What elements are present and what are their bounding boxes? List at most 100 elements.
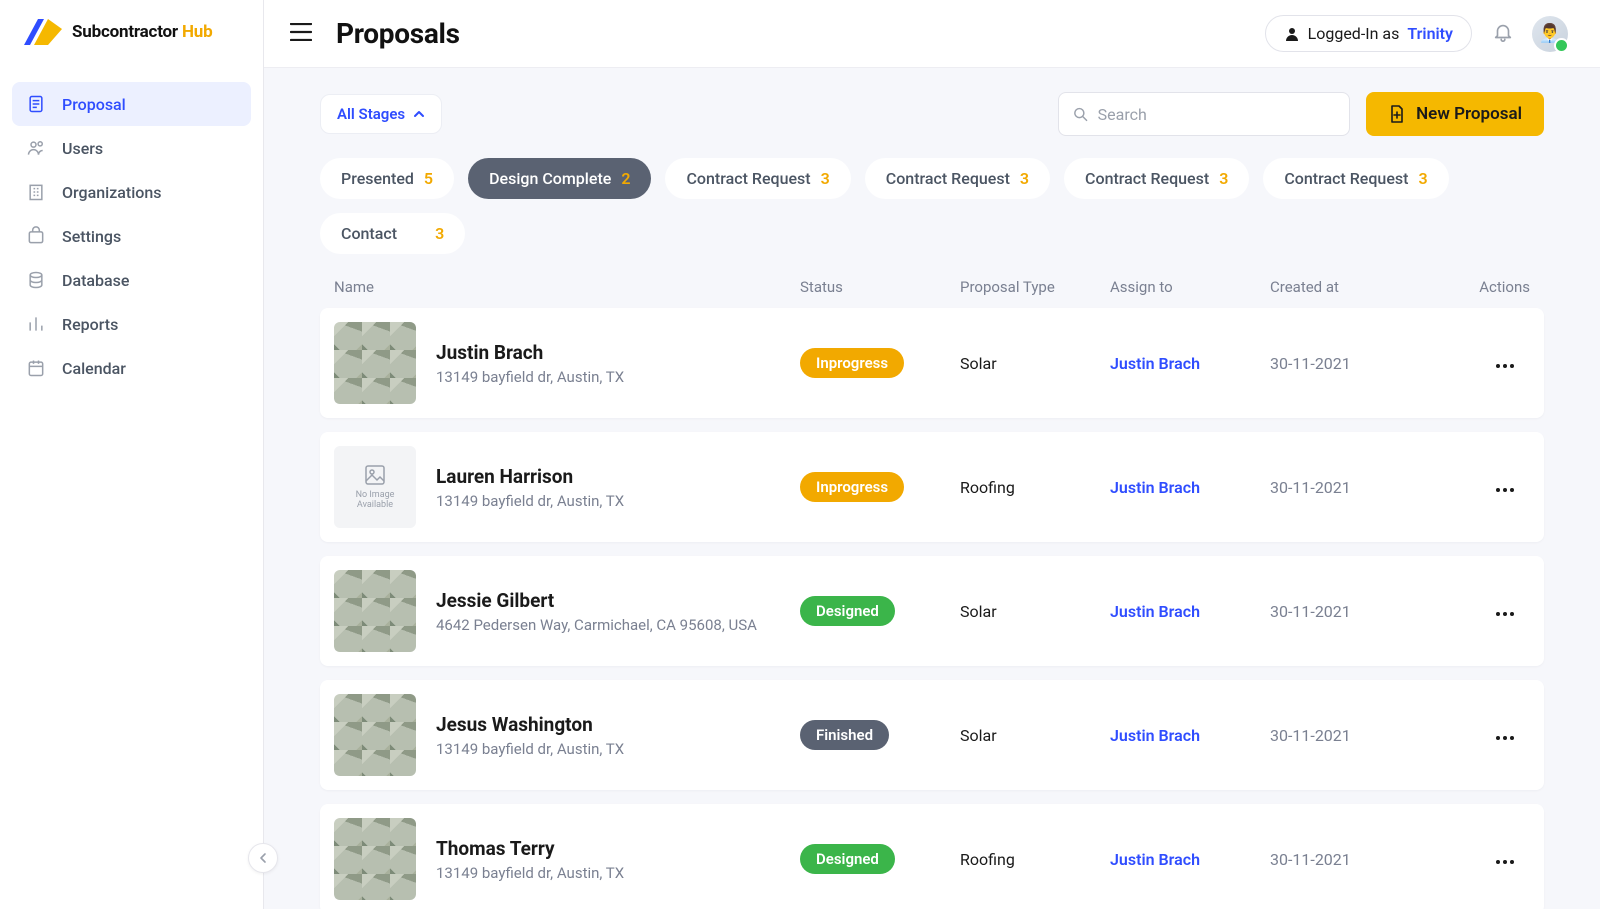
assignee-link[interactable]: Justin Brach [1110, 602, 1270, 621]
proposal-address: 4642 Pedersen Way, Carmichael, CA 95608,… [436, 616, 757, 634]
sidebar-item-label: Database [62, 271, 129, 290]
status-badge: Designed [800, 844, 895, 874]
chevron-left-icon [257, 852, 269, 864]
sidebar-item-proposal[interactable]: Proposal [12, 82, 251, 126]
sidebar-item-users[interactable]: Users [12, 126, 251, 170]
chevron-up-icon [413, 108, 425, 120]
stages-dropdown[interactable]: All Stages [320, 94, 442, 134]
proposal-address: 13149 bayfield dr, Austin, TX [436, 492, 624, 510]
login-chip[interactable]: Logged-In as Trinity [1265, 15, 1472, 52]
proposal-name: Jesus Washington [436, 713, 624, 736]
stages-dropdown-label: All Stages [337, 105, 405, 123]
new-proposal-label: New Proposal [1416, 104, 1522, 124]
users-icon [26, 138, 46, 158]
sidebar-nav: Proposal Users Organizations Settings Databa… [0, 68, 263, 404]
no-image-icon: No ImageAvailable [334, 446, 416, 528]
stage-pill-label: Contract Request [686, 169, 810, 188]
content: All Stages [264, 68, 1600, 909]
assignee-link[interactable]: Justin Brach [1110, 478, 1270, 497]
row-actions-button[interactable] [1490, 482, 1520, 498]
proposal-type: Roofing [960, 850, 1110, 869]
row-actions-button[interactable] [1490, 358, 1520, 374]
table-row[interactable]: No ImageAvailable Lauren Harrison 13149 ba… [320, 432, 1544, 542]
stage-pill-label: Contact [341, 224, 397, 243]
aerial-thumb [334, 570, 416, 652]
col-assignee: Assign to [1110, 278, 1270, 296]
stage-pill[interactable]: Contract Request3 [865, 158, 1050, 199]
stage-pill-count: 2 [621, 169, 630, 188]
stage-pill[interactable]: Contract Request3 [665, 158, 850, 199]
proposal-name: Jessie Gilbert [436, 589, 757, 612]
table-row[interactable]: Justin Brach13149 bayfield dr, Austin, T… [320, 308, 1544, 418]
settings-icon [26, 226, 46, 246]
organizations-icon [26, 182, 46, 202]
status-badge: Finished [800, 720, 889, 750]
stage-pill[interactable]: Design Complete2 [468, 158, 651, 199]
row-actions-button[interactable] [1490, 854, 1520, 870]
table-row[interactable]: Jessie Gilbert 4642 Pedersen Way, Carmich… [320, 556, 1544, 666]
sidebar-item-label: Organizations [62, 183, 162, 202]
stage-pill-label: Contract Request [1085, 169, 1209, 188]
notifications-button[interactable] [1492, 21, 1514, 47]
topbar: Proposals Logged-In as Trinity 👨‍💼 [264, 0, 1600, 68]
stage-pill[interactable]: Contract Request 3 [1064, 158, 1249, 199]
stage-pill[interactable]: Presented 5 [320, 158, 454, 199]
proposal-name: Thomas Terry [436, 837, 624, 860]
search-input[interactable] [1098, 105, 1336, 124]
row-actions-button[interactable] [1490, 606, 1520, 622]
table-row[interactable]: Jesus Washington 13149 bayfield dr, Austi… [320, 680, 1544, 790]
sidebar-item-label: Reports [62, 315, 118, 334]
row-actions-button[interactable] [1490, 730, 1520, 746]
aerial-thumb [334, 322, 416, 404]
col-status: Status [800, 278, 960, 296]
status-badge: Inprogress [800, 348, 904, 378]
assignee-link[interactable]: Justin Brach [1110, 354, 1270, 373]
proposal-icon [26, 94, 46, 114]
proposal-name: Lauren Harrison [436, 465, 624, 488]
created-at: 30-11-2021 [1270, 354, 1440, 373]
sidebar-item-label: Users [62, 139, 103, 158]
sidebar-item-organizations[interactable]: Organizations [12, 170, 251, 214]
proposal-type: Solar [960, 726, 1110, 745]
table-row[interactable]: Thomas Terry13149 bayfield dr, Austin, T… [320, 804, 1544, 909]
sidebar-item-label: Settings [62, 227, 121, 246]
stage-pill-count: 5 [424, 169, 433, 188]
avatar[interactable]: 👨‍💼 [1532, 16, 1568, 52]
col-type: Proposal Type [960, 278, 1110, 296]
proposal-type: Solar [960, 354, 1110, 373]
search-box[interactable] [1058, 92, 1350, 136]
sidebar-item-label: Proposal [62, 95, 126, 114]
stage-pill[interactable]: Contact3 [320, 213, 465, 254]
logo[interactable]: Subcontractor Hub [0, 0, 263, 68]
proposal-address: 13149 bayfield dr, Austin, TX [436, 740, 624, 758]
sidebar-collapse-button[interactable] [248, 843, 278, 873]
stage-pill-count: 3 [1418, 169, 1427, 188]
proposal-rows: Justin Brach 13149 bayfield dr, Austin, T… [320, 308, 1544, 909]
brand-name-main: Subcontractor [72, 22, 182, 42]
hamburger-icon [290, 23, 312, 41]
proposal-name: Justin Brach [436, 341, 624, 364]
login-label: Logged-In as [1308, 24, 1400, 43]
new-proposal-button[interactable]: New Proposal [1366, 92, 1544, 136]
sidebar-item-reports[interactable]: Reports [12, 302, 251, 346]
person-icon [1284, 26, 1300, 42]
calendar-icon [26, 358, 46, 378]
sidebar-item-calendar[interactable]: Calendar [12, 346, 251, 390]
sidebar-item-database[interactable]: Database [12, 258, 251, 302]
sidebar-item-label: Calendar [62, 359, 126, 378]
stage-pill-label: Contract Request [886, 169, 1010, 188]
status-badge: Inprogress [800, 472, 904, 502]
proposal-type: Roofing [960, 478, 1110, 497]
assignee-link[interactable]: Justin Brach [1110, 726, 1270, 745]
menu-toggle-button[interactable] [282, 15, 320, 53]
col-name: Name [334, 278, 800, 296]
created-at: 30-11-2021 [1270, 602, 1440, 621]
assignee-link[interactable]: Justin Brach [1110, 850, 1270, 869]
stage-pill-label: Presented [341, 169, 414, 188]
sidebar-item-settings[interactable]: Settings [12, 214, 251, 258]
proposal-type: Solar [960, 602, 1110, 621]
aerial-thumb [334, 818, 416, 900]
stage-pill[interactable]: Contract Request3 [1263, 158, 1448, 199]
stage-pill-count: 3 [1219, 169, 1228, 188]
stage-pills: Presented 5 Design Complete2 Contract Reque… [320, 158, 1544, 254]
